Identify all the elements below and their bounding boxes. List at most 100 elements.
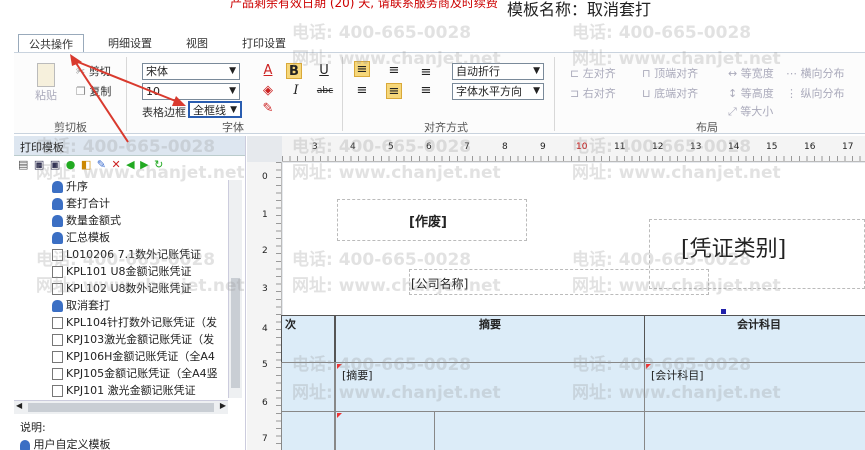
cut-button[interactable]: ✂ 剪切 xyxy=(76,63,111,79)
equal-height-button[interactable]: ↕ 等高度 xyxy=(728,85,774,101)
italic-button[interactable]: I xyxy=(288,83,304,99)
tree-item[interactable]: L010206 7.1数外记账凭证 xyxy=(14,246,228,263)
sequence-cell[interactable] xyxy=(281,362,335,412)
scroll-thumb[interactable] xyxy=(28,403,214,412)
equal-width-button[interactable]: ↔ 等宽度 xyxy=(728,65,774,81)
account-column-header[interactable]: 会计科目 xyxy=(644,315,865,363)
summary-cell[interactable]: [摘要] xyxy=(335,362,645,412)
copy-button[interactable]: ❐ 复制 xyxy=(76,83,111,99)
table-border-select[interactable]: 全框线 ▼ xyxy=(188,101,242,118)
document-icon xyxy=(52,368,63,380)
add-icon[interactable]: ● xyxy=(66,158,77,171)
table-border-value: 全框线 xyxy=(193,104,226,117)
tab-common-operations[interactable]: 公共操作 xyxy=(18,34,84,52)
save-as-icon[interactable]: ▣ xyxy=(50,158,61,171)
clipboard-group-label: 剪切板 xyxy=(54,121,87,134)
delete-icon[interactable]: ✕ xyxy=(111,158,121,171)
voucher-sheet: [作废] [凭证类别] [公司名称] 次 摘要 会计科目 [摘要] [会计科目] xyxy=(281,163,865,450)
template-panel-title: 打印模板 xyxy=(14,136,245,156)
tree-item[interactable]: KPL102 U8数外记账凭证 xyxy=(14,280,228,297)
account-cell[interactable] xyxy=(644,411,865,450)
font-name-select[interactable]: 宋体 ▼ xyxy=(142,63,240,80)
tab-view[interactable]: 视图 xyxy=(176,34,218,52)
chevron-down-icon: ▼ xyxy=(533,66,540,76)
selection-handle[interactable] xyxy=(721,309,726,314)
ruler-tick: 13 xyxy=(690,142,702,152)
top-align-button[interactable]: ⊓ 顶端对齐 xyxy=(642,65,698,81)
tree-item[interactable]: 数量金额式 xyxy=(14,212,228,229)
ruler-tick: 10 xyxy=(576,142,588,152)
description-label: 说明: xyxy=(20,421,46,434)
right-align-button[interactable]: ⊐ 右对齐 xyxy=(570,85,616,101)
align-middle-icon[interactable]: ≡ xyxy=(386,63,402,79)
vertical-distribute-button[interactable]: ⋮ 纵向分布 xyxy=(786,85,845,101)
ruler-tick: 16 xyxy=(804,142,816,152)
ruler-tick: 11 xyxy=(614,142,626,152)
tree-item[interactable]: KPL104针打数外记账凭证（发 xyxy=(14,314,228,331)
import-icon[interactable]: ◧ xyxy=(81,158,92,171)
sequence-column-header[interactable]: 次 xyxy=(281,315,335,363)
fill-color-button[interactable]: ◈ xyxy=(260,83,276,99)
scroll-right-icon[interactable]: ▶ xyxy=(220,401,226,410)
vertical-scrollbar[interactable] xyxy=(228,180,242,398)
new-icon[interactable]: ▤ xyxy=(18,158,29,171)
ribbon-toolbar: 粘贴 ✂ 剪切 ❐ 复制 剪切板 宋体 ▼ 10 ▼ 表格边框 全框线 ▼ A … xyxy=(14,52,865,134)
tree-item[interactable]: KPJ101 激光金额记账凭证 xyxy=(14,382,228,399)
summary-cell[interactable] xyxy=(434,411,645,450)
bottom-align-button[interactable]: ⊔ 底端对齐 xyxy=(642,85,698,101)
tree-item[interactable]: KPL101 U8金额记账凭证 xyxy=(14,263,228,280)
ruler-tick: 6 xyxy=(426,142,432,152)
underline-button[interactable]: U xyxy=(316,63,332,79)
edit-icon[interactable]: ✎ xyxy=(97,158,107,171)
move-left-icon[interactable]: ◀ xyxy=(126,158,135,171)
tree-item[interactable]: KPJ106H金额记账凭证（全A4 xyxy=(14,348,228,365)
font-color-button[interactable]: A xyxy=(260,63,276,79)
tree-item[interactable]: KPJ105金额记账凭证（全A4竖 xyxy=(14,365,228,382)
voucher-type-field[interactable]: [凭证类别] xyxy=(681,231,786,263)
ruler-tick: 3 xyxy=(312,142,318,152)
wrap-select[interactable]: 自动折行 ▼ xyxy=(452,63,544,80)
ruler-tick: 9 xyxy=(540,142,546,152)
equal-size-button[interactable]: ⤢ 等大小 xyxy=(728,103,773,119)
ruler-tick: 6 xyxy=(262,398,268,408)
align-center-icon[interactable]: ≡ xyxy=(386,83,402,99)
font-size-select[interactable]: 10 ▼ xyxy=(142,83,240,100)
strikethrough-button[interactable]: abc xyxy=(314,83,336,99)
paste-label: 粘贴 xyxy=(35,89,57,102)
align-top-icon[interactable]: ≡ xyxy=(354,61,370,77)
void-field[interactable]: [作废] xyxy=(409,211,447,230)
align-left-icon[interactable]: ≡ xyxy=(354,83,370,99)
account-cell[interactable]: [会计科目] xyxy=(644,362,865,412)
save-icon[interactable]: ▣ xyxy=(34,158,45,171)
move-right-icon[interactable]: ▶ xyxy=(140,158,149,171)
tree-item[interactable]: 汇总模板 xyxy=(14,229,228,246)
tab-print-settings[interactable]: 打印设置 xyxy=(232,34,296,52)
left-align-button[interactable]: ⊏ 左对齐 xyxy=(570,65,616,81)
tab-detail-settings[interactable]: 明细设置 xyxy=(98,34,162,52)
paste-button[interactable]: 粘贴 xyxy=(32,63,60,103)
text-direction-select[interactable]: 字体水平方向 ▼ xyxy=(452,83,544,100)
summary-column-header[interactable]: 摘要 xyxy=(335,315,645,363)
renewal-notice[interactable]: 产品剩余有效日期 (20) 天, 请联系服务商及时续费 xyxy=(230,0,498,11)
align-right-icon[interactable]: ≡ xyxy=(418,83,434,99)
tree-item-selected[interactable]: 取消套打 xyxy=(14,297,228,314)
bold-button[interactable]: B xyxy=(286,63,302,79)
horizontal-scrollbar[interactable]: ◀ ▶ xyxy=(14,400,228,414)
document-icon xyxy=(52,385,63,397)
document-icon xyxy=(52,317,63,329)
summary-cell[interactable] xyxy=(335,411,435,450)
custom-template-item[interactable]: 用户自定义模板 xyxy=(20,436,111,450)
tree-item[interactable]: KPJ103激光金额记账凭证（发 xyxy=(14,331,228,348)
ruler-tick: 7 xyxy=(262,434,268,444)
pencil-icon[interactable]: ✎ xyxy=(260,101,276,117)
horizontal-distribute-button[interactable]: ⋯ 横向分布 xyxy=(786,65,845,81)
tree-item[interactable]: 升序 xyxy=(14,178,228,195)
align-bottom-icon[interactable]: ≡ xyxy=(418,65,434,81)
scroll-left-icon[interactable]: ◀ xyxy=(16,401,22,410)
company-name-field[interactable]: [公司名称] xyxy=(411,275,468,292)
scroll-thumb[interactable] xyxy=(231,278,240,388)
refresh-icon[interactable]: ↻ xyxy=(154,158,164,171)
sequence-cell[interactable] xyxy=(281,411,335,450)
chevron-down-icon: ▼ xyxy=(533,86,540,96)
tree-item[interactable]: 套打合计 xyxy=(14,195,228,212)
